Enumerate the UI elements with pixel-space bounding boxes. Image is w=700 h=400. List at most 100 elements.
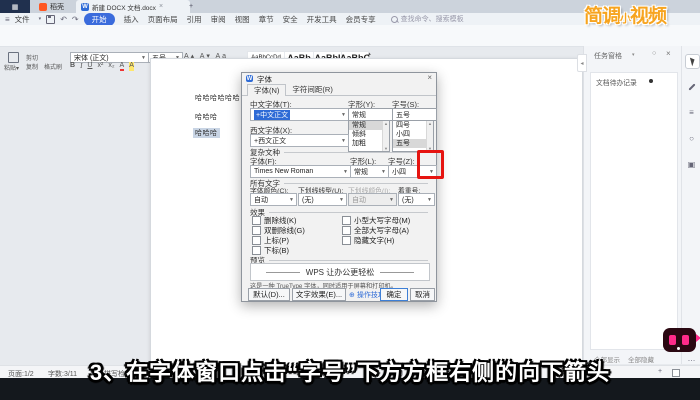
superscript-button[interactable]: x² [97,62,103,71]
dialog-icon: W [246,75,253,82]
text-effects-button[interactable]: 文字效果(E)... [292,288,346,301]
proofread-icon [150,369,158,377]
pen-tool-icon[interactable] [685,80,698,93]
document-tab-title: 新建 DOCX 文档.docx [92,2,156,12]
undo-icon[interactable]: ↶ [60,15,67,24]
tab-daoke[interactable]: 稻壳 [34,0,69,13]
underline-color-combo: 自动▼ [348,193,397,206]
pane-collapse-handle[interactable]: ◂ [577,54,587,72]
checkbox-hidden-text[interactable]: 隐藏文字(H) [342,235,394,246]
ribbon-tab-section[interactable]: 章节 [259,14,274,25]
wps-home-button[interactable]: ▦ [0,0,30,13]
default-button[interactable]: 默认(D)... [248,288,290,301]
cancel-button[interactable]: 取消 [410,288,435,301]
highlight-button[interactable]: A [129,62,134,71]
reference-book-icon[interactable]: ▣ [685,158,698,171]
status-bar: 页面:1/2 字数:3/11 拼写检查 文档校对 ▢ ▢ 100% − + [0,365,700,379]
pane-close-icon[interactable]: × [666,49,671,58]
outline-list-icon[interactable]: ≡ [685,106,698,119]
font-color-combo[interactable]: 自动▼ [250,193,297,206]
new-tab-button[interactable]: + [184,0,198,13]
zoom-in-button[interactable]: + [658,368,662,375]
chevron-down-icon[interactable]: ▾ [39,16,42,22]
history-clock-icon[interactable]: ○ [685,132,698,145]
italic-button[interactable]: I [80,62,82,71]
ribbon-tab-page-layout[interactable]: 页面布局 [148,14,178,25]
mascot-watermark [663,328,696,352]
doc-text-line[interactable]: 哈哈哈哈哈哈 [195,93,240,103]
more-tools-icon[interactable]: … [685,352,698,365]
pane-footer-hide-all[interactable]: 全部隐藏 [628,354,654,364]
search-placeholder: 查找命令、搜索模板 [401,14,464,24]
complex-font-combo[interactable]: Times New Roman ▼ [250,165,351,178]
western-font-combo[interactable]: +西文正文 ▼ [250,134,349,147]
complex-style-combo[interactable]: 常规 ▼ [350,165,389,178]
task-pane: ◂ 任务窗格 ▾ ○ × 文档待办记录 全部显示 全部隐藏 [583,46,682,364]
dialog-titlebar[interactable]: W 字体 × [242,73,436,84]
zoom-out-button[interactable]: − [430,368,434,375]
zoom-percent[interactable]: 100% [408,369,426,376]
font-color-button[interactable]: A [120,62,125,71]
command-search[interactable]: 查找命令、搜索模板 [391,14,464,24]
ribbon-tab-insert[interactable]: 插入 [124,14,139,25]
file-menu[interactable]: 文件 [15,14,30,25]
format-painter-button[interactable]: 格式刷 [44,62,62,71]
paste-icon[interactable] [8,52,19,63]
ribbon-tab-view[interactable]: 视图 [235,14,250,25]
chevron-down-icon: ▼ [287,197,296,203]
dialog-tab-charspacing[interactable]: 字符间距(R) [286,84,338,95]
chevron-down-icon: ▼ [379,169,388,175]
ribbon-tab-developer[interactable]: 开发工具 [307,14,337,25]
font-style-buttons[interactable]: B I U x² x₂ A A [70,62,134,71]
ribbon-tab-references[interactable]: 引用 [187,14,202,25]
chinese-font-value: +中文正文 [254,110,290,120]
ribbon-tab-home[interactable]: 开始 [84,13,115,26]
ribbon-tab-security[interactable]: 安全 [283,14,298,25]
doc-text-line[interactable]: 哈哈哈 [195,112,218,122]
wps-logo-icon: ▦ [12,3,19,11]
emphasis-mark-combo[interactable]: (无)▼ [398,193,435,206]
copy-button[interactable]: 复制 [26,62,38,71]
wps-window: ▦ 稻壳 W 新建 DOCX 文档.docx × + ≡ 文件 ▾ ↶ ↷ 开始… [0,0,700,400]
redo-icon[interactable]: ↷ [72,15,79,24]
chinese-font-combo[interactable]: +中文正文 ▼ [250,108,349,121]
underline-button[interactable]: U [87,62,92,71]
pane-content: 文档待办记录 [590,72,678,350]
tab-document[interactable]: W 新建 DOCX 文档.docx × [76,0,190,13]
pane-header-title[interactable]: 任务窗格 [594,51,622,61]
chevron-down-icon[interactable]: ▾ [632,52,635,58]
font-dialog: W 字体 × 字体(N) 字符间距(R) 中文字体(T): 字形(Y): 字号(… [241,72,437,302]
dialog-tab-font[interactable]: 字体(N) [247,84,286,96]
paste-button[interactable]: 粘贴▾ [4,63,19,72]
cut-button[interactable]: 剪切 [26,53,38,62]
chevron-down-icon: ▼ [425,197,434,203]
hamburger-icon[interactable]: ≡ [5,15,10,24]
underline-style-combo[interactable]: (无)▼ [298,193,347,206]
writer-doc-icon: W [81,3,89,11]
search-icon [391,16,398,23]
save-icon[interactable] [46,15,55,24]
ribbon-toolbar: 粘贴▾ 剪切 复制 格式刷 宋体 (正文)▼ 五号▼ A▴ A▾ Aa B I … [0,25,700,47]
close-tab-icon[interactable]: × [159,3,163,10]
dialog-close-icon[interactable]: × [427,73,432,82]
chevron-down-icon: ▼ [139,55,148,61]
doc-text-line-selected[interactable]: 哈哈哈 [193,128,220,138]
fullscreen-icon[interactable] [672,369,680,377]
ribbon-tab-member[interactable]: 会员专享 [346,14,376,25]
ok-button[interactable]: 确定 [380,288,408,301]
info-circle-icon: ⊕ [349,291,355,299]
select-tool-icon[interactable] [685,54,700,69]
chevron-down-icon: ▼ [339,112,348,118]
preview-sample-text: WPS 让办公更轻松 [306,267,374,278]
chevron-down-icon: ▼ [387,197,396,203]
bold-button[interactable]: B [70,62,75,71]
subscript-button[interactable]: x₂ [108,62,114,71]
bell-icon[interactable]: ○ [652,50,656,57]
ribbon-tab-review[interactable]: 审阅 [211,14,226,25]
preview-box: WPS 让办公更轻松 [250,263,430,281]
chevron-down-icon: ▼ [337,197,346,203]
pane-content-title: 文档待办记录 [596,77,637,87]
view-mode-icons[interactable]: ▢ ▢ [384,369,405,377]
side-tool-strip: ≡ ○ ▣ … [681,46,700,364]
pane-footer-show-all[interactable]: 全部显示 [594,354,620,364]
